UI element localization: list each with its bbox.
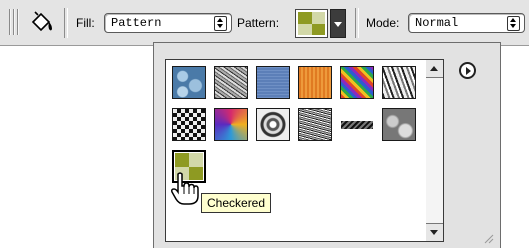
pattern-dropdown-button[interactable] — [330, 9, 346, 38]
scroll-down-icon[interactable] — [426, 223, 443, 241]
pattern-swatch-orange-weave[interactable] — [298, 66, 332, 99]
pattern-swatch-blue-fabric[interactable] — [256, 66, 290, 99]
mode-select-value: Normal — [415, 16, 459, 30]
mode-label: Mode: — [366, 16, 400, 30]
resize-grip-icon[interactable] — [482, 232, 494, 244]
hand-pointer-icon — [171, 172, 199, 205]
pattern-swatch-bubbles[interactable] — [172, 66, 206, 99]
mode-select[interactable]: Normal — [408, 13, 525, 33]
pattern-swatch-clouds[interactable] — [382, 108, 416, 141]
scroll-up-icon[interactable] — [426, 60, 443, 78]
fill-select[interactable]: Pattern — [104, 13, 232, 33]
pattern-label: Pattern: — [237, 16, 280, 30]
select-arrows-icon — [214, 16, 227, 31]
toolbar-separator — [355, 8, 359, 38]
fill-select-value: Pattern — [111, 16, 162, 30]
toolbar-separator — [64, 8, 68, 38]
toolbar-grip-handle[interactable] — [9, 9, 19, 35]
fill-label: Fill: — [76, 16, 95, 30]
pattern-picker-panel — [153, 42, 501, 248]
paint-bucket-icon[interactable] — [27, 9, 57, 35]
pattern-scrollbar[interactable] — [426, 59, 444, 242]
pattern-swatch-checkerboard[interactable] — [172, 108, 206, 141]
pattern-swatch-rainbow[interactable] — [340, 66, 374, 99]
pattern-swatch-wrinkles[interactable] — [214, 66, 248, 99]
pattern-swatch-tie-dye[interactable] — [214, 108, 248, 141]
checkered-pattern-preview — [298, 12, 325, 35]
pattern-swatch-stripe[interactable] — [340, 108, 374, 141]
pattern-swatch-noise[interactable] — [298, 108, 332, 141]
pattern-swatch-button[interactable] — [295, 9, 328, 38]
options-bar: Fill: Pattern Pattern: Mode: Normal — [0, 0, 529, 46]
pattern-swatch-grid — [165, 59, 427, 242]
pattern-swatch-swirl[interactable] — [256, 108, 290, 141]
pattern-swatch-stone[interactable] — [382, 66, 416, 99]
select-arrows-icon — [507, 16, 520, 31]
pattern-tooltip: Checkered — [201, 193, 272, 213]
panel-menu-button[interactable] — [459, 62, 476, 79]
